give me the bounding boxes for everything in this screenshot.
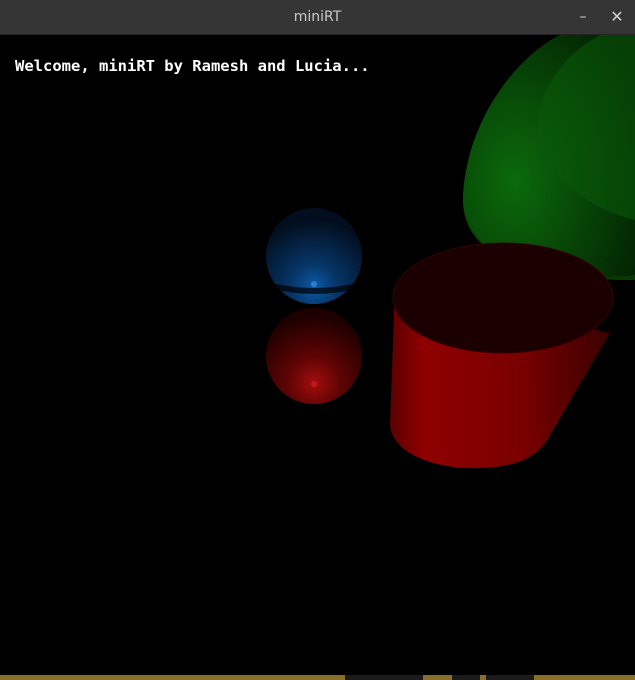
taskbar-segment: [486, 675, 534, 680]
taskbar-segment: [452, 675, 480, 680]
welcome-message: Welcome, miniRT by Ramesh and Lucia...: [15, 57, 370, 75]
blue-sphere: [266, 208, 362, 304]
red-cylinder: [390, 242, 614, 469]
red-sphere: [266, 308, 362, 404]
minimize-button[interactable]: –: [572, 6, 594, 28]
render-canvas[interactable]: Welcome, miniRT by Ramesh and Lucia...: [0, 35, 635, 675]
window-title: miniRT: [293, 9, 342, 25]
window-titlebar[interactable]: miniRT – ✕: [0, 0, 635, 35]
taskbar-strip: [0, 675, 635, 680]
rendered-scene: [266, 35, 635, 469]
taskbar-segment: [345, 675, 423, 680]
close-button[interactable]: ✕: [606, 6, 628, 28]
